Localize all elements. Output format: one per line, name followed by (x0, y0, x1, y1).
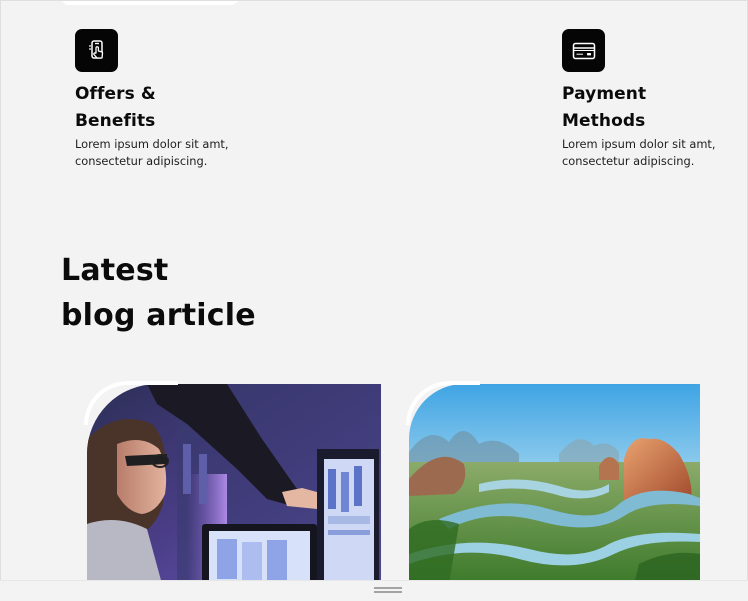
phone-tap-icon (75, 29, 118, 72)
blog-section-heading: Latest blog article (61, 248, 261, 338)
blog-heading-line1: Latest (61, 253, 169, 288)
blog-heading-line2: blog article (61, 298, 256, 333)
feature-payment-methods: Payment Methods Lorem ipsum dolor sit am… (562, 29, 732, 170)
page-viewport: Offers & Benefits Lorem ipsum dolor sit … (0, 0, 748, 601)
bottom-panel-bar (0, 580, 748, 601)
feature-title: Payment Methods (562, 84, 647, 131)
credit-card-icon (562, 29, 605, 72)
resize-handle[interactable] (374, 587, 402, 593)
previous-card-edge (61, 1, 239, 5)
feature-title: Offers & Benefits (75, 84, 156, 131)
feature-description: Lorem ipsum dolor sit amt, consectetur a… (75, 137, 229, 168)
feature-offers-benefits: Offers & Benefits Lorem ipsum dolor sit … (75, 29, 245, 170)
feature-description: Lorem ipsum dolor sit amt, consectetur a… (562, 137, 716, 168)
blog-card-image[interactable] (409, 384, 700, 584)
blog-card-image[interactable] (87, 384, 381, 584)
